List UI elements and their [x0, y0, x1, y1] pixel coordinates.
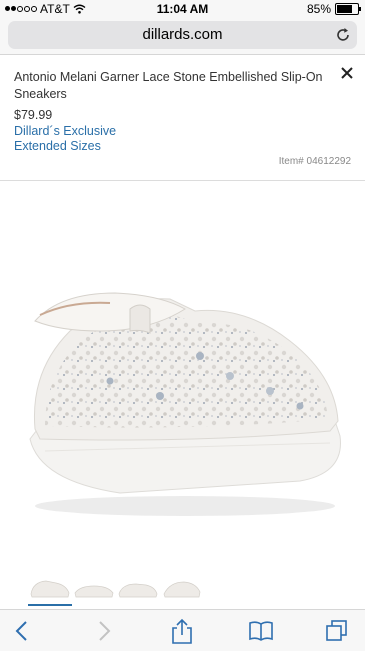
battery-percent: 85% [306, 2, 331, 16]
battery-status: 85% [306, 2, 361, 16]
product-title: Antonio Melani Garner Lace Stone Embelli… [14, 70, 323, 101]
product-price: $79.99 [14, 108, 53, 122]
thumbnail-4[interactable] [160, 574, 204, 604]
tabs-icon[interactable] [324, 618, 350, 644]
thumbnail-1[interactable] [28, 574, 72, 606]
battery-icon [335, 3, 361, 15]
browser-toolbar [0, 609, 365, 651]
thumbnail-3[interactable] [116, 574, 160, 604]
dillards-exclusive-link[interactable]: Dillard´s Exclusive [14, 124, 116, 138]
item-number: Item# 04612292 [278, 156, 351, 167]
product-image[interactable] [0, 181, 365, 566]
browser-address-bar: dillards.com [0, 18, 365, 55]
url-text: dillards.com [142, 26, 223, 43]
reload-icon[interactable] [335, 27, 351, 43]
back-icon[interactable] [10, 618, 36, 644]
status-bar: AT&T 11:04 AM 85% [0, 0, 365, 18]
share-icon[interactable] [169, 618, 195, 644]
forward-icon[interactable] [90, 618, 116, 644]
thumbnail-2[interactable] [72, 574, 116, 604]
product-info: Antonio Melani Garner Lace Stone Embelli… [0, 55, 365, 181]
close-icon[interactable] [339, 65, 355, 81]
thumbnail-strip [0, 572, 365, 608]
bookmarks-icon[interactable] [248, 618, 274, 644]
extended-sizes-link[interactable]: Extended Sizes [14, 139, 101, 153]
url-field[interactable]: dillards.com [8, 21, 357, 49]
